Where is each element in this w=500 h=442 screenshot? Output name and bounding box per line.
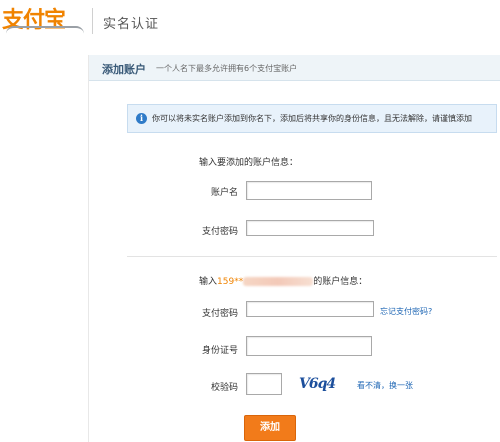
captcha-label: 校验码 bbox=[210, 383, 238, 393]
page-header: 支付宝 实名认证 bbox=[0, 0, 500, 52]
section2-heading-suffix: 的账户信息： bbox=[313, 277, 368, 287]
account-name-label: 账户名 bbox=[210, 188, 238, 198]
section2-heading: 输入159** 的账户信息： bbox=[199, 274, 367, 287]
info-notice: i 你可以将未实名账户添加到你名下，添加后将共享你的身份信息，且无法解除，请谨慎… bbox=[127, 104, 497, 133]
password-label: 支付密码 bbox=[201, 227, 238, 237]
section1-heading: 输入要添加的账户信息： bbox=[199, 158, 299, 168]
panel-subtitle: 一个人名下最多允许拥有6个支付宝账户 bbox=[156, 64, 298, 73]
id-number-label: 身份证号 bbox=[201, 346, 238, 356]
password-input[interactable] bbox=[246, 220, 374, 236]
masked-phone-blur bbox=[243, 277, 314, 286]
pay-password-input[interactable] bbox=[246, 301, 374, 317]
panel-header: 添加账户 一个人名下最多允许拥有6个支付宝账户 bbox=[89, 55, 500, 81]
pay-password-label: 支付密码 bbox=[201, 309, 238, 319]
section-divider bbox=[127, 256, 497, 257]
captcha-image-text: V6q4 bbox=[299, 376, 336, 392]
logo-swoosh-icon bbox=[6, 26, 84, 34]
notice-text: 你可以将未实名账户添加到你名下，添加后将共享你的身份信息，且无法解除，请谨慎添加 bbox=[152, 114, 472, 123]
section2-heading-prefix: 输入 bbox=[199, 277, 218, 287]
account-name-input[interactable] bbox=[246, 181, 372, 200]
refresh-captcha-link[interactable]: 看不清，换一张 bbox=[357, 380, 413, 391]
page-title: 实名认证 bbox=[103, 17, 160, 32]
masked-phone-number: 159** bbox=[217, 277, 244, 287]
captcha-image[interactable]: V6q4 bbox=[299, 373, 339, 393]
captcha-input[interactable] bbox=[246, 373, 282, 395]
add-button[interactable]: 添加 bbox=[244, 415, 296, 441]
forgot-password-link[interactable]: 忘记支付密码? bbox=[380, 306, 432, 317]
alipay-logo[interactable]: 支付宝 bbox=[2, 2, 90, 34]
panel-title: 添加账户 bbox=[102, 63, 146, 76]
info-icon: i bbox=[136, 113, 147, 124]
add-account-panel: 添加账户 一个人名下最多允许拥有6个支付宝账户 i 你可以将未实名账户添加到你名… bbox=[88, 55, 500, 442]
id-number-input[interactable] bbox=[246, 336, 372, 356]
header-divider bbox=[92, 8, 93, 34]
